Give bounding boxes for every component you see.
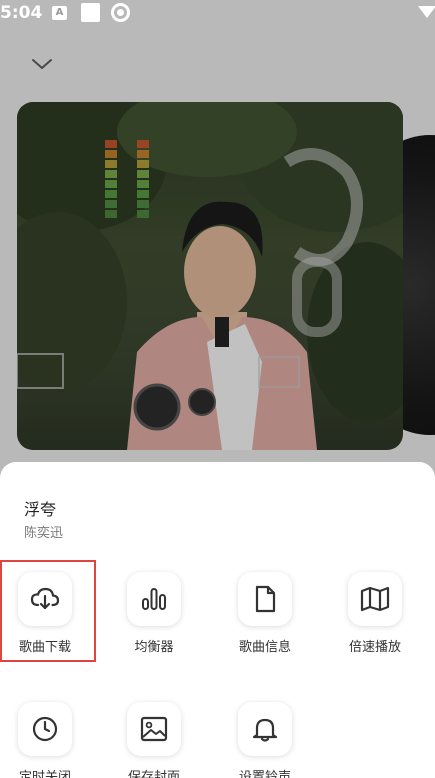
clock-icon bbox=[32, 716, 58, 742]
song-artist: 陈奕迅 bbox=[24, 526, 64, 541]
image-icon bbox=[140, 716, 168, 742]
song-info-tile[interactable] bbox=[238, 572, 292, 626]
action-equalizer[interactable]: 均衡器 bbox=[109, 572, 199, 672]
action-label: 均衡器 bbox=[134, 640, 174, 655]
download-tile[interactable] bbox=[18, 572, 72, 626]
playback-speed-tile[interactable] bbox=[348, 572, 402, 626]
action-label: 歌曲下载 bbox=[18, 640, 71, 655]
action-sleep-timer[interactable]: 定时关闭 bbox=[0, 702, 90, 778]
document-icon bbox=[255, 585, 276, 613]
song-title: 浮夸 bbox=[24, 500, 57, 519]
map-icon bbox=[360, 586, 390, 612]
action-song-info[interactable]: 歌曲信息 bbox=[220, 572, 310, 672]
action-download[interactable]: 歌曲下载 bbox=[0, 572, 90, 672]
chevron-down-icon[interactable] bbox=[30, 56, 54, 72]
status-time: 5:04 bbox=[0, 3, 43, 23]
action-playback-speed[interactable]: 倍速播放 bbox=[330, 572, 420, 672]
notification-a-icon: A bbox=[52, 6, 67, 20]
action-label: 保存封面 bbox=[127, 770, 180, 778]
action-label: 歌曲信息 bbox=[238, 640, 291, 655]
equalizer-tile[interactable] bbox=[127, 572, 181, 626]
bell-icon bbox=[252, 718, 278, 742]
action-label: 设置铃声 bbox=[238, 770, 291, 778]
cloud-download-icon bbox=[30, 587, 60, 610]
action-save-cover[interactable]: 保存封面 bbox=[109, 702, 199, 778]
save-cover-tile[interactable] bbox=[127, 702, 181, 756]
equalizer-icon bbox=[142, 588, 166, 610]
wifi-icon bbox=[418, 6, 435, 18]
album-cover[interactable] bbox=[17, 102, 403, 450]
player-screen: 5:04 A 浮夸 陈奕迅 歌曲下载 均衡器 歌曲信息 倍速播放 定时关闭 保存… bbox=[0, 0, 435, 778]
sleep-timer-tile[interactable] bbox=[18, 702, 72, 756]
notification-square-icon bbox=[81, 3, 100, 22]
status-bar: 5:04 A bbox=[0, 0, 435, 28]
action-label: 倍速播放 bbox=[348, 640, 401, 655]
action-set-ringtone[interactable]: 设置铃声 bbox=[220, 702, 310, 778]
action-label: 定时关闭 bbox=[18, 770, 71, 778]
set-ringtone-tile[interactable] bbox=[238, 702, 292, 756]
notification-ring-icon bbox=[111, 3, 130, 22]
